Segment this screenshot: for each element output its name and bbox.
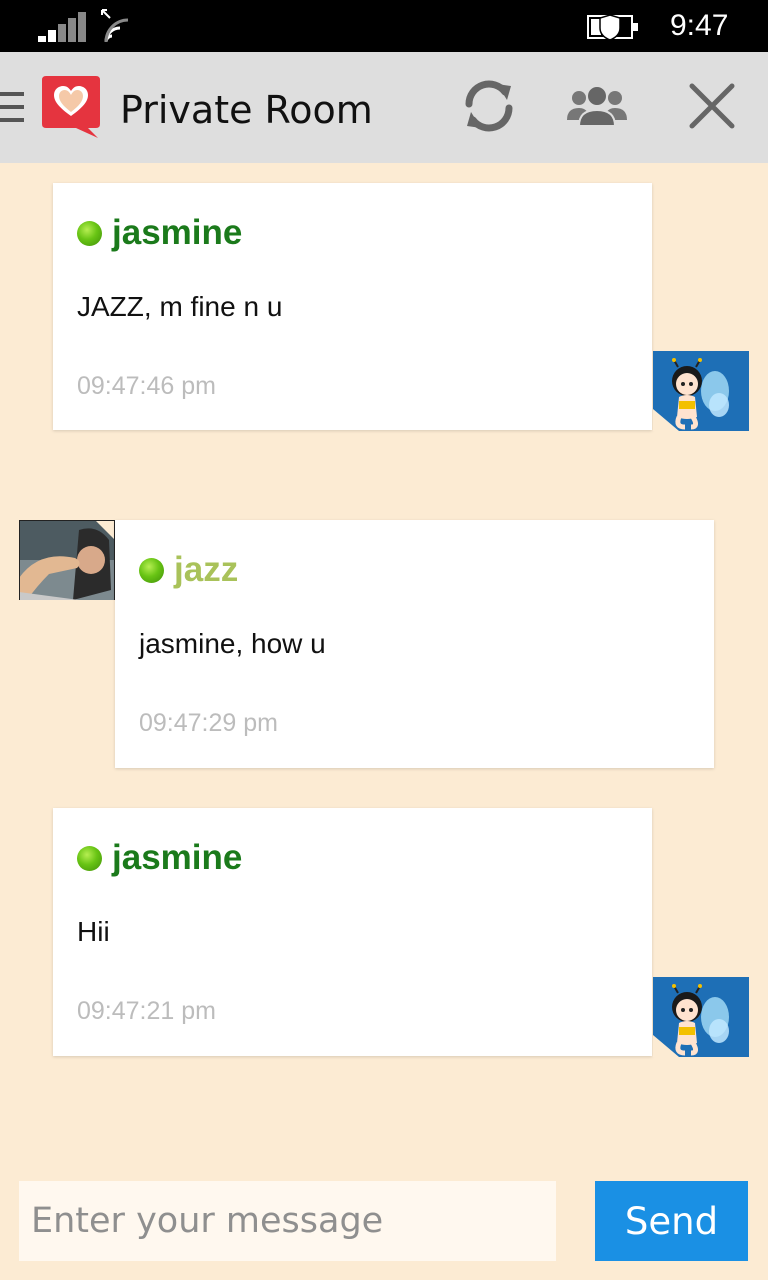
status-bar: 9:47 xyxy=(0,0,768,52)
users-icon[interactable] xyxy=(565,74,629,138)
fairy-avatar-icon xyxy=(653,977,749,1057)
sender-name[interactable]: jasmine xyxy=(112,213,242,253)
online-status-icon xyxy=(139,558,164,583)
heart-chat-logo xyxy=(42,76,100,138)
jazz-avatar-icon xyxy=(19,520,115,600)
message-text: Hii xyxy=(77,916,110,947)
message-text: JAZZ, m fine n u xyxy=(77,291,283,322)
message-bubble: jasmine JAZZ, m fine n u 09:47:46 pm xyxy=(53,183,652,430)
refresh-icon[interactable] xyxy=(457,74,521,138)
signal-icon xyxy=(38,12,86,42)
page-title: Private Room xyxy=(120,88,373,132)
message-bubble: jasmine Hii 09:47:21 pm xyxy=(53,808,652,1056)
send-button[interactable]: Send xyxy=(595,1181,748,1261)
app-header: Private Room xyxy=(0,52,768,163)
close-icon[interactable] xyxy=(680,74,744,138)
avatar[interactable] xyxy=(653,977,749,1057)
message-text: jasmine, how u xyxy=(139,628,326,659)
wifi-icon xyxy=(101,9,129,43)
menu-icon[interactable] xyxy=(0,92,24,122)
message-bubble: jazz jasmine, how u 09:47:29 pm xyxy=(115,520,714,768)
avatar[interactable] xyxy=(653,351,749,431)
online-status-icon xyxy=(77,221,102,246)
sender-name[interactable]: jasmine xyxy=(112,838,242,878)
fairy-avatar-icon xyxy=(653,351,749,431)
message-timestamp: 09:47:21 pm xyxy=(77,997,216,1025)
sender-name[interactable]: jazz xyxy=(174,550,238,590)
message-timestamp: 09:47:46 pm xyxy=(77,372,216,400)
avatar[interactable] xyxy=(19,520,115,600)
status-time: 9:47 xyxy=(670,9,729,42)
message-input[interactable] xyxy=(19,1181,556,1261)
battery-saver-icon xyxy=(587,14,638,41)
online-status-icon xyxy=(77,846,102,871)
message-timestamp: 09:47:29 pm xyxy=(139,709,278,737)
